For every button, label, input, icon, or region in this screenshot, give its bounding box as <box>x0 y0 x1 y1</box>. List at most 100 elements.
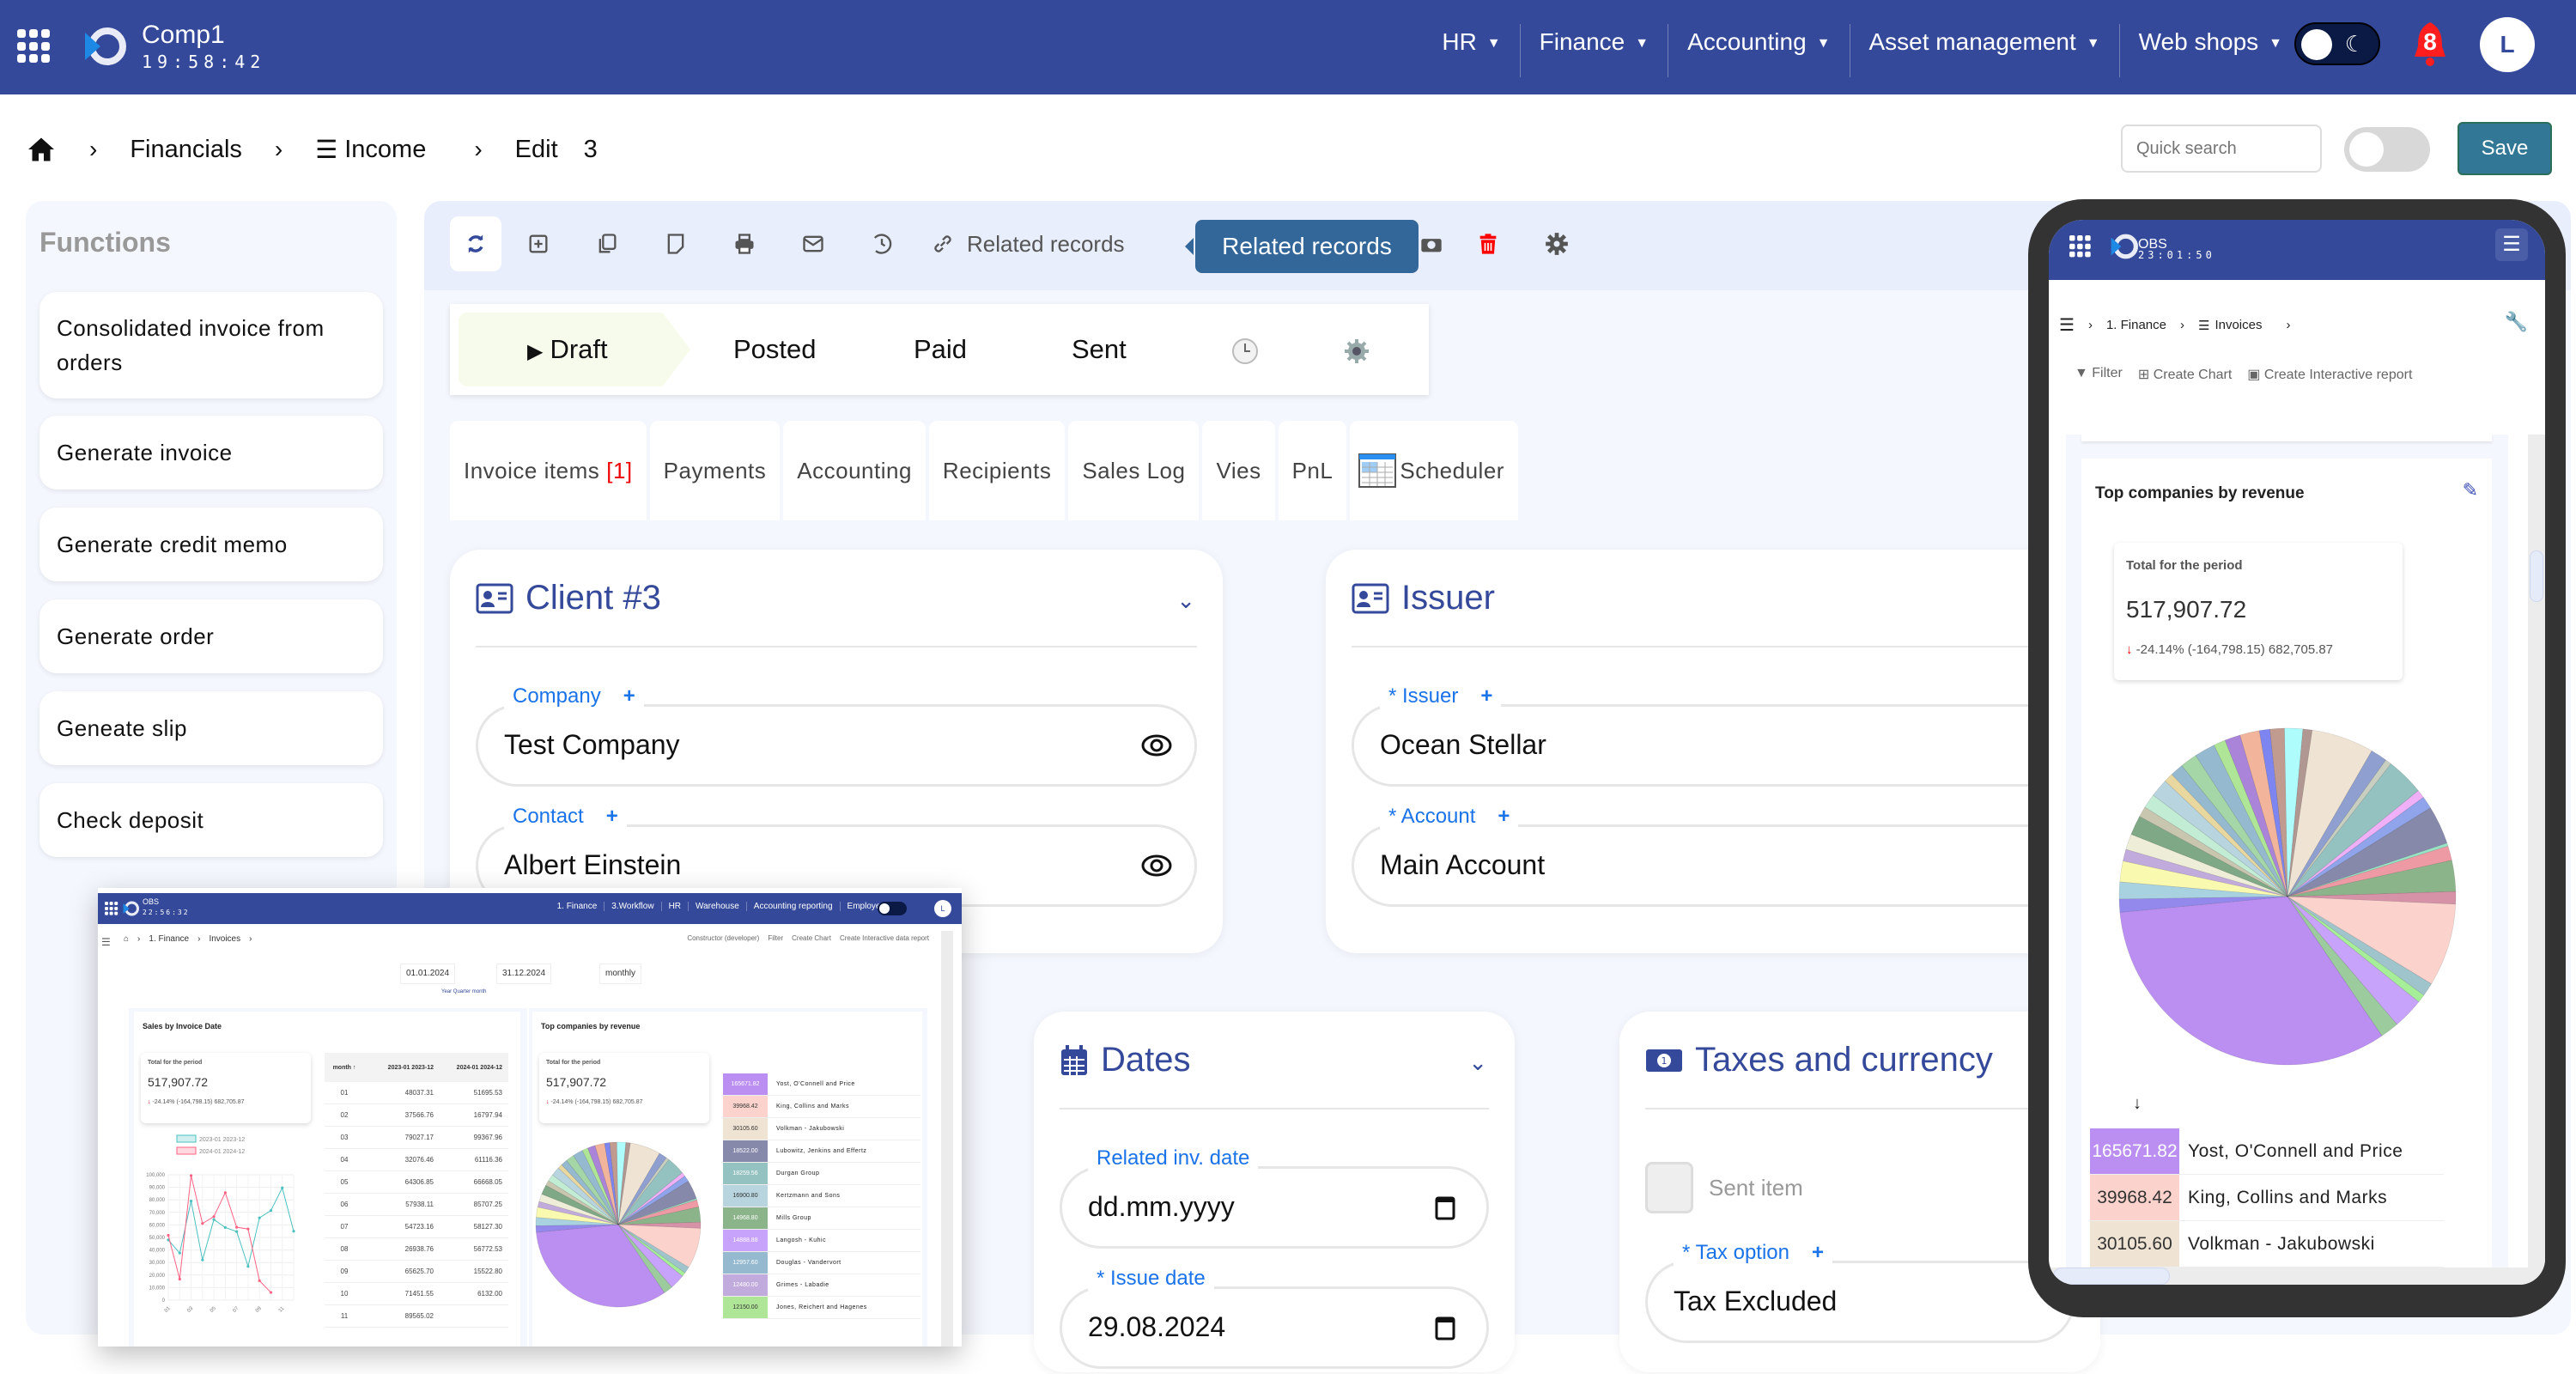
data-point <box>269 1291 273 1294</box>
horizontal-scrollbar[interactable] <box>2049 1268 2528 1285</box>
user-avatar[interactable]: L <box>2480 17 2535 72</box>
tab-invoice-items[interactable]: Invoice items [1] <box>450 421 647 520</box>
table-header: month ↑ 2023-01 2023-12 2024-01 2024-12 <box>325 1053 508 1082</box>
company-row: 30105.60 Volkman - Jakubowski <box>2090 1221 2444 1268</box>
filter-button[interactable]: ▼ Filter <box>2075 366 2123 383</box>
add-account-icon[interactable]: + <box>1498 805 1510 828</box>
company-name: Yost, O'Connell and Price <box>776 1081 855 1087</box>
view-icon[interactable] <box>1141 853 1172 879</box>
add-issuer-icon[interactable]: + <box>1480 684 1492 708</box>
delete-button[interactable] <box>1467 216 1510 271</box>
related-records-button[interactable]: Related records <box>931 216 1125 271</box>
dark-mode-toggle[interactable]: ☾ <box>2294 22 2380 65</box>
print-button[interactable] <box>723 216 766 271</box>
hamburger-menu-button[interactable]: ☰ <box>2495 228 2528 261</box>
add-button[interactable] <box>517 216 560 271</box>
camera-button[interactable] <box>1419 216 1444 271</box>
account-field[interactable]: * Account + Main Account <box>1352 805 2073 907</box>
apps-grid-icon[interactable] <box>17 29 52 64</box>
edit-mode-toggle[interactable] <box>2344 127 2430 172</box>
issuer-field[interactable]: * Issuer + Ocean Stellar <box>1352 684 2073 787</box>
apps-grid-icon[interactable] <box>2069 235 2092 258</box>
related-inv-date-field[interactable]: Related inv. date dd.mm.yyyy <box>1060 1146 1489 1249</box>
breadcrumb-income[interactable]: Income <box>344 136 426 164</box>
tab-recipients[interactable]: Recipients <box>928 421 1066 520</box>
notifications-bell[interactable]: 8 <box>2409 21 2451 67</box>
gear-icon[interactable] <box>1343 304 1370 395</box>
create-chart-button[interactable]: ⊞ Create Chart <box>2138 366 2232 383</box>
mobile-crumb-invoices[interactable]: Invoices <box>2215 318 2262 332</box>
note-button[interactable] <box>654 216 697 271</box>
company-revenue: 18522.00 <box>723 1140 768 1162</box>
y-tick-label: 40,000 <box>149 1249 166 1254</box>
calendar-picker-icon[interactable] <box>1435 1195 1455 1220</box>
function-consolidated-invoice[interactable]: Consolidated invoice from orders <box>39 292 383 398</box>
create-interactive-report-button[interactable]: ▣ Create Interactive report <box>2247 366 2412 383</box>
tab-pnl[interactable]: PnL <box>1278 421 1347 520</box>
data-point <box>201 1258 204 1262</box>
view-icon[interactable] <box>1141 733 1172 758</box>
menu-web-shops[interactable]: Web shops ▼ <box>2120 24 2301 77</box>
total-label: Total for the period <box>546 1060 601 1066</box>
menu-asset-management[interactable]: Asset management ▼ <box>1850 24 2120 77</box>
tab-vies[interactable]: Vies <box>1202 421 1275 520</box>
status-posted[interactable]: Posted <box>733 304 817 395</box>
data-point <box>281 1186 284 1189</box>
top-companies-card: Top companies by revenue ✎ Total for the… <box>2081 459 2492 1285</box>
menu-hr[interactable]: HR ▼ <box>1423 24 1521 77</box>
calendar-picker-icon[interactable] <box>1435 1315 1455 1341</box>
function-generate-credit-memo[interactable]: Generate credit memo <box>39 508 383 581</box>
table-cell: 07 <box>340 1223 349 1231</box>
logo-icon <box>123 901 139 916</box>
tax-option-field[interactable]: * Tax option + Tax Excluded <box>1645 1241 2075 1343</box>
status-draft[interactable]: ▶ Draft <box>459 313 690 386</box>
preview-tool: Constructor (developer) <box>687 934 760 942</box>
clock-icon[interactable] <box>1231 304 1259 395</box>
related-records-label: Related records <box>967 230 1125 257</box>
save-button[interactable]: Save <box>2458 122 2552 175</box>
function-generate-invoice[interactable]: Generate invoice <box>39 416 383 489</box>
home-icon[interactable] <box>26 134 57 165</box>
mobile-crumb-finance[interactable]: 1. Finance <box>2106 318 2166 332</box>
copy-button[interactable] <box>586 216 629 271</box>
function-generate-order[interactable]: Generate order <box>39 599 383 673</box>
preview-theme-toggle <box>878 902 907 915</box>
functions-title: Functions <box>39 227 171 258</box>
data-point <box>269 1209 273 1213</box>
sort-arrow-icon[interactable]: ↓ <box>2133 1094 2142 1114</box>
function-generate-slip[interactable]: Geneate slip <box>39 691 383 765</box>
chevron-down-icon[interactable]: ⌄ <box>1468 1049 1487 1076</box>
tab-scheduler[interactable]: Scheduler <box>1350 421 1518 520</box>
vertical-scrollbar[interactable] <box>2528 435 2545 1285</box>
settings-button[interactable] <box>1535 216 1578 271</box>
company-field[interactable]: Company + Test Company <box>476 684 1197 787</box>
tab-sales-log[interactable]: Sales Log <box>1068 421 1200 520</box>
wrench-icon[interactable]: 🔧 <box>2505 311 2528 333</box>
quick-search-input[interactable] <box>2121 125 2322 173</box>
preview-menu-item: Accounting reporting <box>747 902 841 911</box>
history-button[interactable] <box>860 216 903 271</box>
company-row: 18522.00 Lubowitz, Jenkins and Effertz <box>723 1140 920 1163</box>
table-row: 06 57938.11 85707.25 <box>325 1194 508 1216</box>
total-period-box: Total for the period 517,907.72 ↓ -24.14… <box>2114 543 2403 680</box>
add-tax-option-icon[interactable]: + <box>1812 1241 1824 1264</box>
tab-accounting[interactable]: Accounting <box>783 421 926 520</box>
sidebar-toggle-icon[interactable]: ☰ <box>2059 314 2075 336</box>
menu-finance[interactable]: Finance ▼ <box>1521 24 1669 77</box>
chevron-down-icon[interactable]: ⌄ <box>1176 587 1195 614</box>
add-contact-icon[interactable]: + <box>606 805 618 828</box>
function-check-deposit[interactable]: Check deposit <box>39 783 383 857</box>
sent-item-checkbox[interactable] <box>1645 1162 1693 1213</box>
status-sent[interactable]: Sent <box>1072 304 1127 395</box>
refresh-button[interactable] <box>450 216 501 271</box>
add-company-icon[interactable]: + <box>623 684 635 708</box>
breadcrumb-financials[interactable]: Financials <box>130 136 242 164</box>
menu-accounting[interactable]: Accounting ▼ <box>1668 24 1850 77</box>
edit-icon[interactable]: ✎ <box>2463 479 2478 502</box>
data-point <box>189 1174 193 1177</box>
x-tick-label: 05 <box>210 1305 217 1313</box>
tab-payments[interactable]: Payments <box>649 421 781 520</box>
email-button[interactable] <box>792 216 835 271</box>
issue-date-field[interactable]: * Issue date 29.08.2024 <box>1060 1267 1489 1369</box>
status-paid[interactable]: Paid <box>914 304 967 395</box>
